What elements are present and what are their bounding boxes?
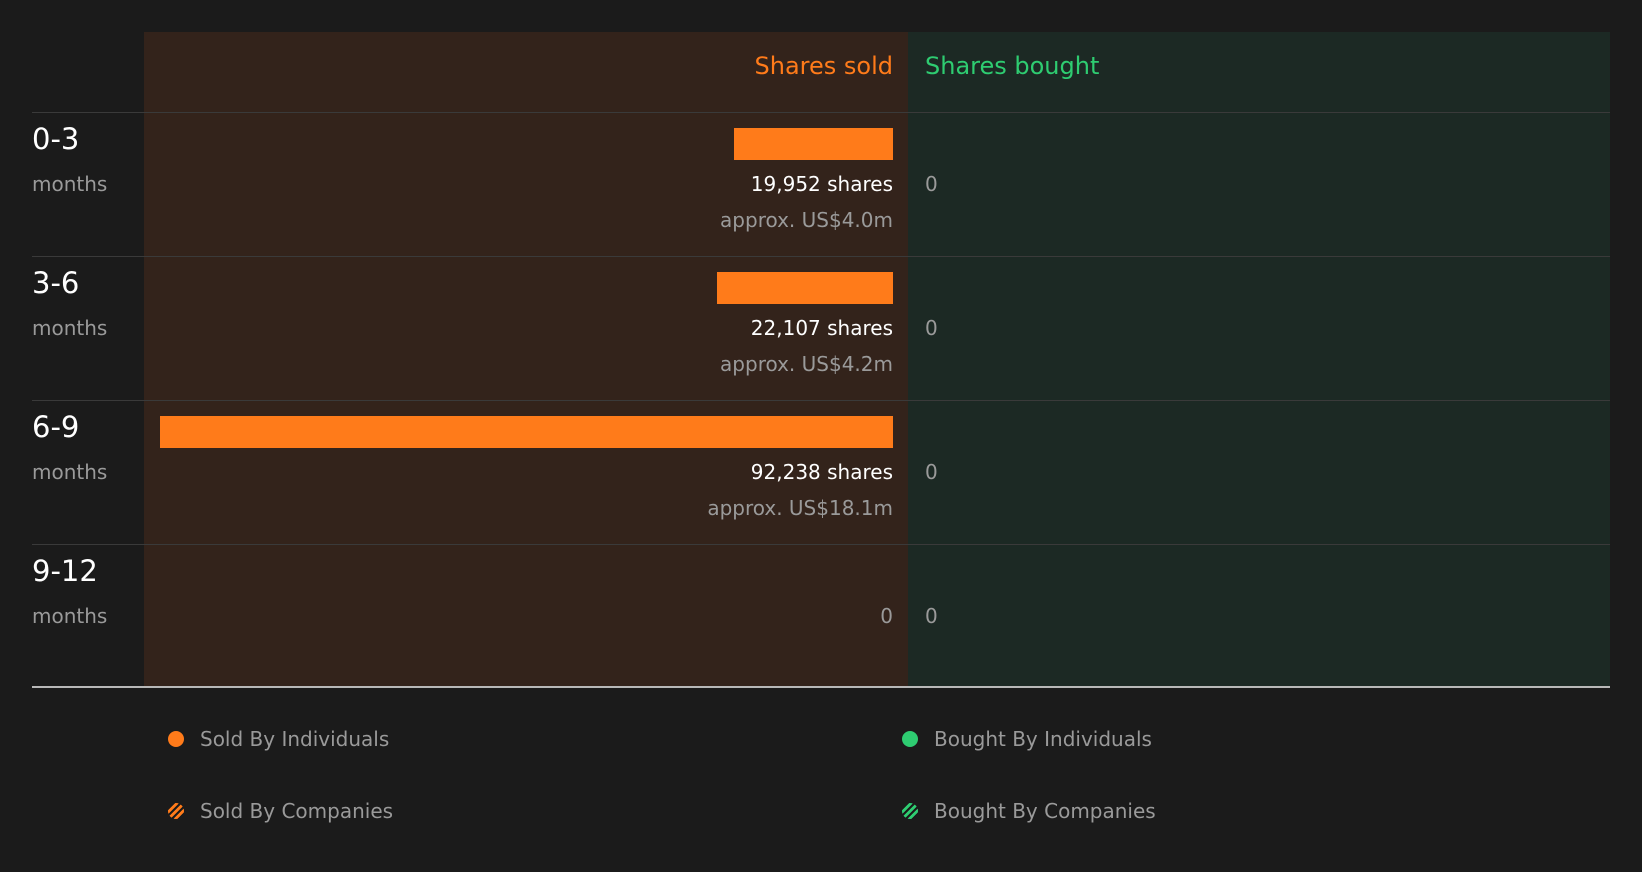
insider-trading-chart: Shares sold Shares bought 0-3 months 19,95… <box>0 0 1642 872</box>
shares-sold-value: 19,952 shares <box>750 172 893 196</box>
legend-item: Bought By Companies <box>902 799 1156 823</box>
period-label: 3-6 <box>32 266 80 300</box>
legend-label: Sold By Companies <box>200 799 394 823</box>
shares-sold-value: 22,107 shares <box>750 316 893 340</box>
legend-label: Bought By Individuals <box>934 727 1152 751</box>
shares-bought-value: 0 <box>925 316 938 340</box>
shares-sold-header: Shares sold <box>754 52 893 80</box>
shares-bought-value: 0 <box>925 604 938 628</box>
shares-bought-header: Shares bought <box>925 52 1100 80</box>
period-label: 6-9 <box>32 410 80 444</box>
legend-swatch-icon <box>168 803 184 819</box>
period-row: 3-6 months 22,107 shares approx. US$4.2m 0 <box>0 256 1642 400</box>
legend-swatch-icon <box>168 731 184 747</box>
legend-item: Sold By Companies <box>168 799 393 823</box>
legend-swatch-icon <box>902 803 918 819</box>
shares-bought-value: 0 <box>925 172 938 196</box>
legend-item: Bought By Individuals <box>902 727 1152 751</box>
shares-bought-value: 0 <box>925 460 938 484</box>
period-unit: months <box>32 316 108 340</box>
period-unit: months <box>32 604 108 628</box>
period-unit: months <box>32 460 108 484</box>
chart-baseline <box>32 686 1610 688</box>
shares-sold-bar[interactable] <box>160 416 893 448</box>
period-label: 0-3 <box>32 122 80 156</box>
legend-label: Sold By Individuals <box>200 727 390 751</box>
period-row: 0-3 months 19,952 shares approx. US$4.0m 0 <box>0 112 1642 256</box>
shares-sold-approx-value: approx. US$4.2m <box>720 352 893 376</box>
legend-swatch-icon <box>902 731 918 747</box>
legend-item: Sold By Individuals <box>168 727 389 751</box>
period-unit: months <box>32 172 108 196</box>
period-row: 9-12 months 0 0 <box>0 544 1642 688</box>
period-label: 9-12 <box>32 554 98 588</box>
shares-sold-value: 92,238 shares <box>750 460 893 484</box>
shares-sold-value: 0 <box>880 604 893 628</box>
legend-label: Bought By Companies <box>934 799 1156 823</box>
period-row: 6-9 months 92,238 shares approx. US$18.1m 0 <box>0 400 1642 544</box>
shares-sold-bar[interactable] <box>734 128 893 160</box>
shares-sold-approx-value: approx. US$4.0m <box>720 208 893 232</box>
shares-sold-bar[interactable] <box>717 272 893 304</box>
shares-sold-approx-value: approx. US$18.1m <box>707 496 893 520</box>
